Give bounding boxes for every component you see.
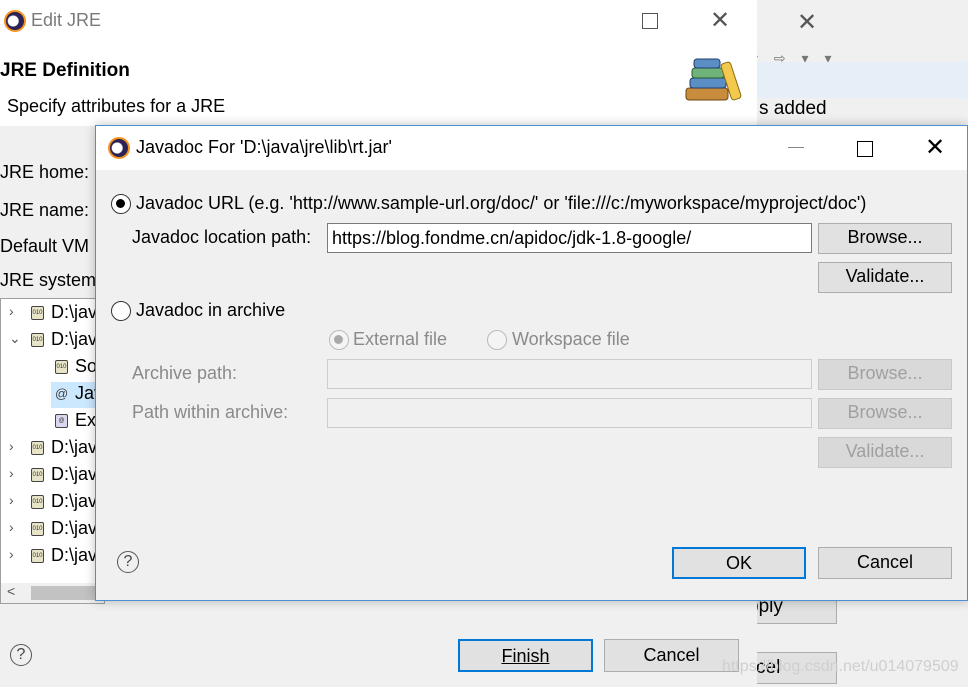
jar-icon: 010 [31, 441, 44, 455]
tree-item-label: D:\jav [51, 329, 98, 349]
archive-path-label: Archive path: [132, 363, 238, 383]
maximize-icon[interactable] [642, 13, 658, 29]
external-file-radio[interactable] [329, 330, 349, 350]
source-attachment-icon: 010 [55, 360, 68, 374]
workspace-file-radio[interactable] [487, 330, 507, 350]
archive-browse-button[interactable]: Browse... [818, 359, 952, 390]
eclipse-icon [4, 10, 26, 32]
tree-item[interactable]: › 010 D:\jav [1, 463, 104, 489]
cancel-button[interactable]: Cancel [818, 547, 952, 579]
jre-home-label: JRE home: [0, 162, 90, 182]
chevron-down-icon[interactable]: ⌄ [9, 330, 21, 347]
javadoc-archive-radio[interactable] [111, 301, 131, 321]
chevron-right-icon[interactable]: › [9, 519, 14, 535]
tree-item-label: D:\jav [51, 518, 98, 538]
chevron-right-icon[interactable]: › [9, 465, 14, 481]
path-within-archive-label: Path within archive: [132, 402, 289, 422]
jre-system-label: JRE system [0, 270, 97, 290]
window-title: Edit JRE [31, 10, 102, 30]
tree-item[interactable]: › 010 D:\jav [1, 436, 104, 462]
chevron-right-icon[interactable]: › [9, 303, 14, 319]
close-icon[interactable]: ✕ [710, 6, 730, 35]
eclipse-icon [108, 137, 130, 159]
path-browse-button[interactable]: Browse... [818, 398, 952, 429]
tree-item[interactable]: › 010 D:\jav [1, 517, 104, 543]
browse-button[interactable]: Browse... [818, 223, 952, 254]
jar-icon: 010 [31, 306, 44, 320]
close-icon[interactable]: ✕ [797, 8, 817, 37]
library-books-icon [685, 58, 742, 101]
external-annotations-icon: @ [55, 414, 68, 428]
javadoc-location-input[interactable] [327, 223, 812, 253]
tree-item-label: D:\jav [51, 437, 98, 457]
jar-icon: 010 [31, 522, 44, 536]
maximize-icon[interactable] [857, 141, 873, 157]
page-description: Specify attributes for a JRE [7, 96, 226, 116]
validate-button[interactable]: Validate... [818, 262, 952, 293]
scrollbar-thumb[interactable] [31, 586, 104, 600]
javadoc-url-radio[interactable] [111, 194, 131, 214]
tree-item-label: Ex [75, 410, 97, 430]
javadoc-dialog: Javadoc For 'D:\java\jre\lib\rt.jar' ✕ J… [95, 125, 968, 601]
tree-item-source-attachment[interactable]: 010 So [1, 355, 104, 381]
minimize-icon[interactable] [788, 147, 804, 148]
jar-icon: 010 [31, 549, 44, 563]
external-file-label: External file [353, 329, 448, 349]
jre-libraries-tree[interactable]: › 010 D:\jav ⌄ 010 D:\jav 010 So @ Jav @… [0, 298, 105, 604]
help-icon[interactable]: ? [10, 644, 32, 666]
javadoc-archive-label: Javadoc in archive [136, 300, 286, 320]
page-title: JRE Definition [0, 60, 130, 81]
jar-icon: 010 [31, 333, 44, 347]
path-within-archive-input[interactable] [327, 398, 812, 428]
tree-item-label: So [75, 356, 98, 376]
finish-button[interactable]: Finish [458, 639, 593, 672]
tree-item-label: D:\jav [51, 545, 98, 565]
chevron-right-icon[interactable]: › [9, 546, 14, 562]
default-vm-label: Default VM [0, 236, 90, 256]
tree-item-external-annotations[interactable]: @ Ex [1, 409, 104, 435]
scroll-left-icon[interactable]: < [7, 583, 15, 599]
jar-icon: 010 [31, 495, 44, 509]
tree-item[interactable]: › 010 D:\jav [1, 490, 104, 516]
tree-item[interactable]: › 010 D:\jav [1, 301, 104, 327]
tree-item[interactable]: › 010 D:\jav [1, 544, 104, 570]
selection-stripe [741, 62, 968, 98]
close-icon[interactable]: ✕ [925, 133, 945, 162]
ok-button[interactable]: OK [672, 547, 806, 579]
tree-item[interactable]: ⌄ 010 D:\jav [1, 328, 104, 354]
watermark: https://blog.csdn.net/u014079509 [722, 658, 959, 675]
dialog-title: Javadoc For 'D:\java\jre\lib\rt.jar' [136, 137, 392, 157]
horizontal-scrollbar[interactable]: < [1, 583, 104, 603]
finish-label: Finish [501, 646, 550, 666]
tree-item-label: D:\jav [51, 302, 98, 322]
workspace-file-label: Workspace file [512, 329, 630, 349]
cancel-button[interactable]: Cancel [604, 639, 739, 672]
chevron-right-icon[interactable]: › [9, 492, 14, 508]
jar-icon: 010 [31, 468, 44, 482]
javadoc-url-label: Javadoc URL (e.g. 'http://www.sample-url… [136, 193, 867, 213]
jre-name-label: JRE name: [0, 200, 90, 220]
javadoc-at-icon: @ [55, 386, 69, 401]
archive-validate-button[interactable]: Validate... [818, 437, 952, 468]
archive-path-input[interactable] [327, 359, 812, 389]
javadoc-location-label: Javadoc location path: [132, 227, 312, 247]
added-text: s added [759, 98, 827, 119]
edit-jre-titlebar: Edit JRE ✕ [0, 0, 757, 42]
tree-item-label: D:\jav [51, 464, 98, 484]
javadoc-titlebar: Javadoc For 'D:\java\jre\lib\rt.jar' ✕ [96, 126, 967, 170]
definition-header: JRE Definition Specify attributes for a … [0, 42, 757, 126]
chevron-right-icon[interactable]: › [9, 438, 14, 454]
tree-item-label: D:\jav [51, 491, 98, 511]
help-icon[interactable]: ? [117, 551, 139, 573]
